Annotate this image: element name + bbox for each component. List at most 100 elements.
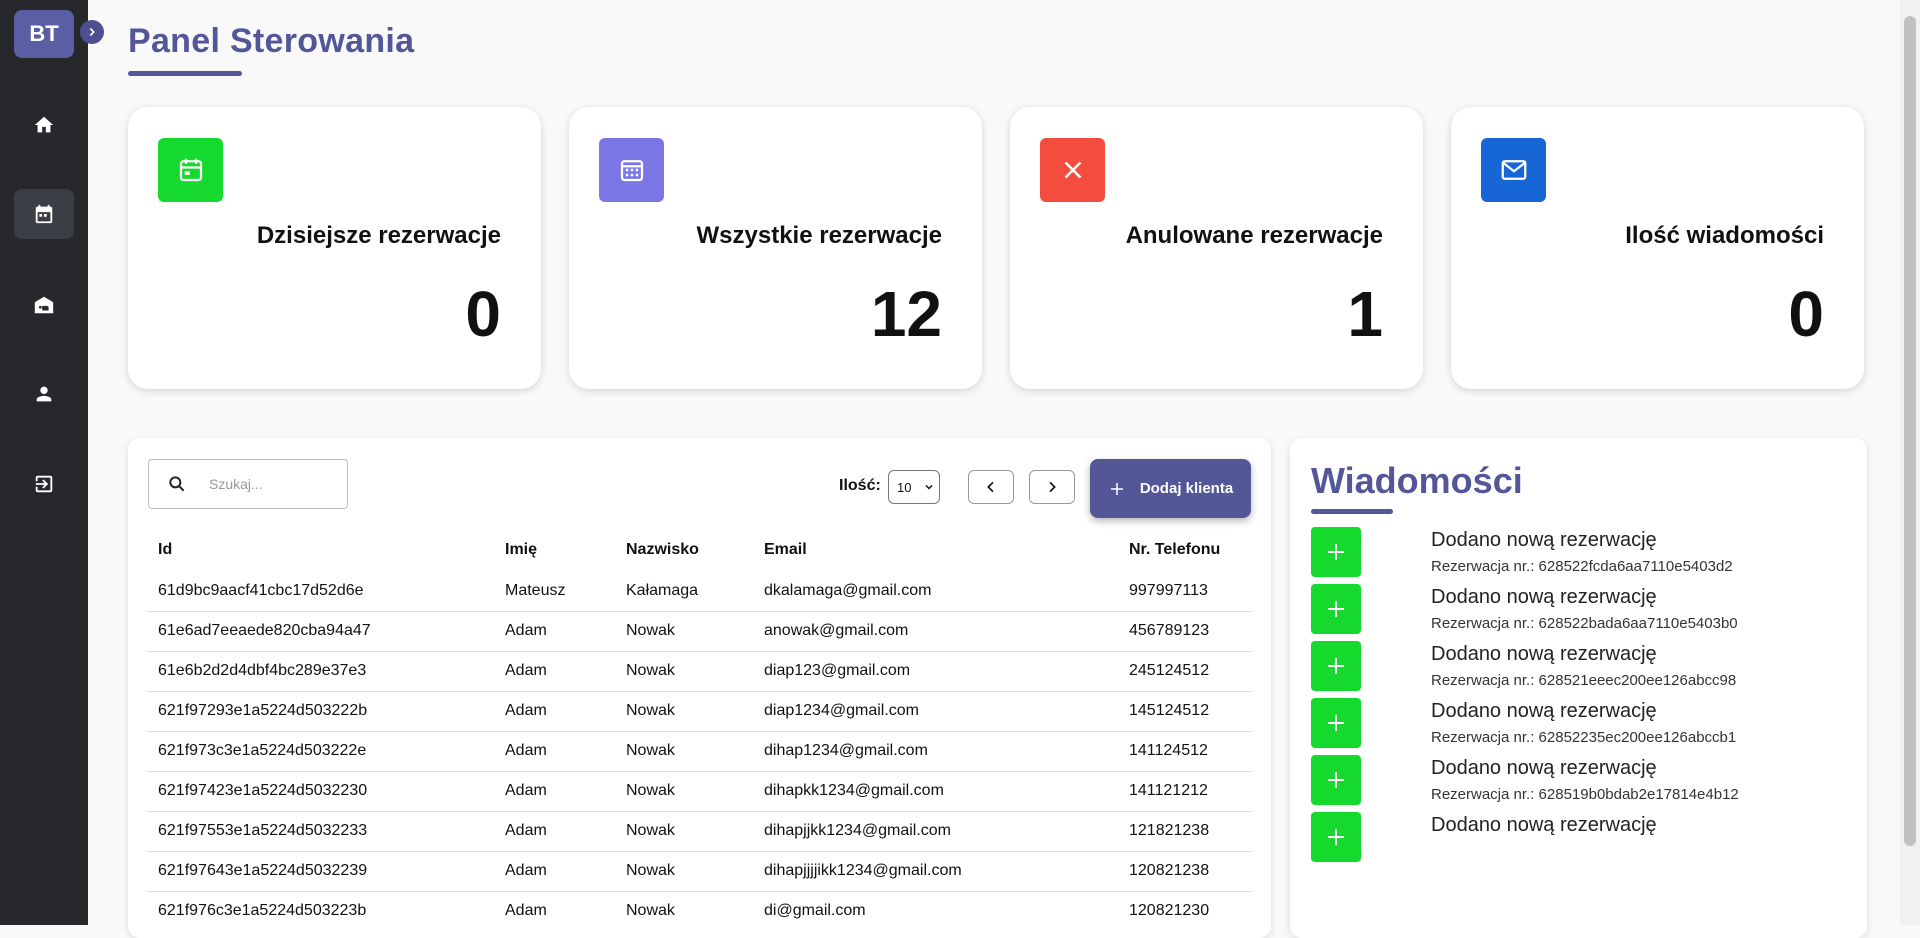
column-header-email[interactable]: Email — [754, 529, 1119, 571]
messages-panel: Wiadomości Dodano nową rezerwację Rezerwa… — [1290, 438, 1867, 938]
column-header-last-name[interactable]: Nazwisko — [616, 529, 754, 571]
calendar-today-icon — [179, 158, 202, 182]
message-heading: Dodano nową rezerwację — [1431, 757, 1657, 779]
count-select[interactable]: 10 — [888, 470, 940, 504]
message-icon — [1311, 527, 1361, 577]
message-item[interactable]: Dodano nową rezerwację Rezerwacja nr.: 62… — [1311, 641, 1841, 693]
home-icon — [34, 116, 54, 133]
sidebar-item-home[interactable] — [14, 100, 74, 150]
table-row[interactable]: 61e6ad7eeaede820cba94a47 Adam Nowak anowak@… — [148, 611, 1251, 652]
stat-value: 0 — [465, 278, 501, 350]
clients-table: Id Imię Nazwisko Email Nr. Telefonu 61d9… — [148, 529, 1251, 931]
chevron-right-icon — [1049, 481, 1056, 493]
column-header-phone[interactable]: Nr. Telefonu — [1119, 529, 1251, 571]
cell-phone: 141124512 — [1119, 731, 1251, 772]
cell-id: 621f97553e1a5224d5032233 — [148, 811, 495, 852]
next-page-button[interactable] — [1029, 470, 1075, 504]
sidebar-item-logout[interactable] — [14, 459, 74, 509]
clients-panel: Ilość: 10 Dodaj klienta Id Imię Nazwisko… — [128, 438, 1271, 938]
cell-phone: 245124512 — [1119, 651, 1251, 692]
logo-text: BT — [29, 21, 59, 46]
message-heading: Dodano nową rezerwację — [1431, 529, 1657, 551]
message-item[interactable]: Dodano nową rezerwację Rezerwacja nr.: 62… — [1311, 698, 1841, 750]
cell-id: 61e6b2d2d4dbf4bc289e37e3 — [148, 651, 495, 692]
prev-page-button[interactable] — [968, 470, 1014, 504]
search-input[interactable] — [209, 476, 329, 492]
cell-email: dihapjjjjikk1234@gmail.com — [754, 851, 1119, 892]
table-row[interactable]: 621f973c3e1a5224d503222e Adam Nowak dihap12… — [148, 731, 1251, 772]
sidebar: BT — [0, 0, 88, 925]
chevron-down-icon — [925, 484, 933, 490]
table-row[interactable]: 621f97423e1a5224d5032230 Adam Nowak dihapkk… — [148, 771, 1251, 812]
cell-last-name: Nowak — [616, 611, 754, 652]
stat-label: Dzisiejsze rezerwacje — [256, 222, 501, 249]
chevron-left-icon — [987, 481, 994, 493]
cell-id: 61d9bc9aacf41cbc17d52d6e — [148, 571, 495, 612]
cell-id: 61e6ad7eeaede820cba94a47 — [148, 611, 495, 652]
plus-icon — [1328, 544, 1344, 560]
plus-icon — [1110, 482, 1123, 495]
message-subtext: Rezerwacja nr.: 628522bada6aa7110e5403b0 — [1431, 615, 1738, 632]
count-label: Ilość: — [839, 477, 881, 494]
column-header-first-name[interactable]: Imię — [495, 529, 616, 571]
plus-icon — [1328, 715, 1344, 731]
cell-id: 621f97643e1a5224d5032239 — [148, 851, 495, 892]
table-header-row: Id Imię Nazwisko Email Nr. Telefonu — [148, 529, 1251, 571]
cell-email: dihapjjkk1234@gmail.com — [754, 811, 1119, 852]
message-item[interactable]: Dodano nową rezerwację Rezerwacja nr.: 62… — [1311, 527, 1841, 579]
stat-label: Wszystkie rezerwacje — [696, 222, 942, 249]
mail-icon — [1501, 160, 1526, 180]
cell-first-name: Mateusz — [495, 571, 616, 612]
cell-first-name: Adam — [505, 902, 547, 920]
message-subtext: Rezerwacja nr.: 628519b0bdab2e17814e4b12 — [1431, 786, 1739, 803]
logo[interactable]: BT — [14, 10, 74, 58]
sidebar-item-rooms[interactable] — [14, 280, 74, 330]
search-box[interactable] — [148, 459, 348, 509]
cell-phone: 145124512 — [1119, 691, 1251, 732]
message-icon — [1311, 755, 1361, 805]
message-icon — [1311, 698, 1361, 748]
column-header-id[interactable]: Id — [148, 529, 495, 571]
calendar-month-icon — [620, 160, 643, 182]
table-row[interactable]: 621f976c3e1a5224d503223b Adam Nowak di@gmai… — [148, 891, 1251, 931]
chevron-right-icon — [89, 27, 95, 37]
message-icon — [1311, 641, 1361, 691]
table-row[interactable]: 621f97643e1a5224d5032239 Adam Nowak dihapjj… — [148, 851, 1251, 892]
plus-icon — [1328, 601, 1344, 617]
stat-value: 0 — [1788, 278, 1824, 350]
add-client-button[interactable]: Dodaj klienta — [1090, 459, 1251, 518]
cell-email: dihapkk1234@gmail.com — [754, 771, 1119, 812]
page-scrollbar[interactable] — [1900, 0, 1920, 925]
table-row[interactable]: 61e6b2d2d4dbf4bc289e37e3 Adam Nowak diap123… — [148, 651, 1251, 692]
cell-last-name: Kałamaga — [616, 571, 754, 612]
cell-email: diap1234@gmail.com — [754, 691, 1119, 732]
message-heading: Dodano nową rezerwację — [1431, 700, 1657, 722]
plus-icon — [1328, 772, 1344, 788]
sidebar-item-reservations[interactable] — [14, 189, 74, 239]
table-row[interactable]: 621f97553e1a5224d5032233 Adam Nowak dihapjj… — [148, 811, 1251, 852]
close-icon — [1064, 161, 1081, 179]
stat-icon-cancelled — [1040, 138, 1105, 202]
add-client-label: Dodaj klienta — [1139, 480, 1234, 497]
sidebar-toggle[interactable] — [80, 20, 104, 44]
main-content: Panel Sterowania 0 Dzisiejsze rezerwacje… — [88, 0, 1900, 938]
table-row[interactable]: 61d9bc9aacf41cbc17d52d6e Mateusz Kałamaga d… — [148, 571, 1251, 612]
table-row[interactable]: 621f97293e1a5224d503222b Adam Nowak diap123… — [148, 691, 1251, 732]
cell-id: 621f976c3e1a5224d503223b — [158, 902, 367, 920]
cell-last-name: Nowak — [616, 771, 754, 812]
message-item[interactable]: Dodano nową rezerwację Rezerwacja nr.: 62… — [1311, 755, 1841, 807]
cell-id: 621f973c3e1a5224d503222e — [148, 731, 495, 772]
stat-card-cancelled: 1 Anulowane rezerwacje — [1010, 107, 1423, 389]
message-item[interactable]: Dodano nową rezerwację Rezerwacja nr.: 62… — [1311, 584, 1841, 636]
calendar-icon — [35, 204, 53, 224]
message-icon — [1311, 584, 1361, 634]
user-icon — [36, 386, 52, 402]
scrollbar-thumb[interactable] — [1904, 16, 1916, 846]
page-title: Panel Sterowania — [128, 22, 415, 60]
sidebar-item-users[interactable] — [14, 369, 74, 419]
cell-phone: 141121212 — [1119, 771, 1251, 812]
message-item[interactable]: Dodano nową rezerwację — [1311, 812, 1841, 864]
message-subtext: Rezerwacja nr.: 628521eeec200ee126abcc98 — [1431, 672, 1737, 689]
message-subtext: Rezerwacja nr.: 628522fcda6aa7110e5403d2 — [1431, 558, 1733, 575]
stat-icon-messages — [1481, 138, 1546, 202]
